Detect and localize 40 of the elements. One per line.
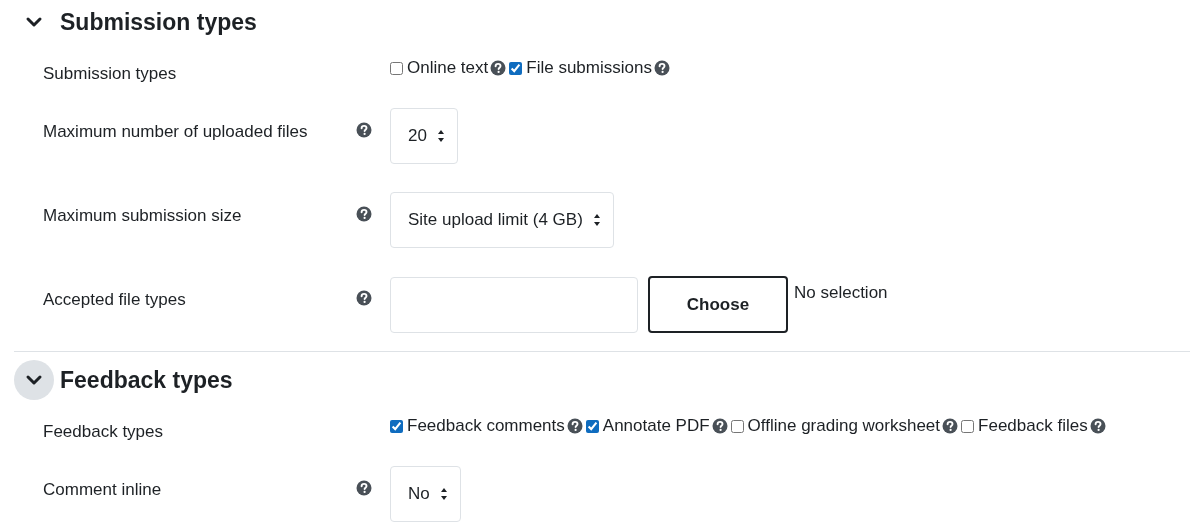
help-icon[interactable] [942,418,959,434]
checkbox[interactable] [509,61,523,75]
field-label: Maximum submission size [43,206,242,225]
caret-icon [592,213,601,227]
checkbox-label[interactable]: Feedback files [978,414,1088,438]
help-icon[interactable] [356,206,372,222]
select-field[interactable]: Site upload limit (4 GB) [390,192,614,248]
help-icon[interactable] [653,60,670,76]
field-label: Accepted file types [43,290,186,309]
checkbox-label[interactable]: Annotate PDF [602,414,710,438]
field-label: Maximum number of uploaded files [43,122,308,141]
help-icon[interactable] [356,290,372,306]
checkbox[interactable] [390,61,403,75]
help-icon[interactable] [1089,418,1106,434]
help-icon[interactable] [490,60,507,76]
checkbox[interactable] [730,419,744,433]
selection-status: No selection [794,283,888,303]
checkbox[interactable] [390,419,403,433]
section-title: Submission types [60,8,257,36]
checkbox-label[interactable]: Offline grading worksheet [747,414,941,438]
input-field[interactable] [390,276,638,333]
help-icon[interactable] [566,418,583,434]
help-icon[interactable] [711,418,728,434]
checkbox[interactable] [961,419,975,433]
collapse-toggle[interactable] [14,360,54,400]
caret-icon [436,129,445,143]
field-label: Submission types [43,64,177,83]
caret-icon [439,487,448,501]
select-field[interactable]: No [390,466,461,522]
help-icon[interactable] [356,122,372,138]
section-title: Feedback types [60,366,233,394]
choose-button[interactable]: Choose [648,276,788,333]
field-label: Comment inline [43,480,162,499]
select-field[interactable]: 20 [390,108,458,164]
checkbox[interactable] [585,419,599,433]
checkbox-label[interactable]: File submissions [526,56,652,80]
checkbox-label[interactable]: Online text [407,56,489,80]
field-label: Feedback types [43,422,163,441]
checkbox-label[interactable]: Feedback comments [407,414,565,438]
help-icon[interactable] [356,480,372,496]
